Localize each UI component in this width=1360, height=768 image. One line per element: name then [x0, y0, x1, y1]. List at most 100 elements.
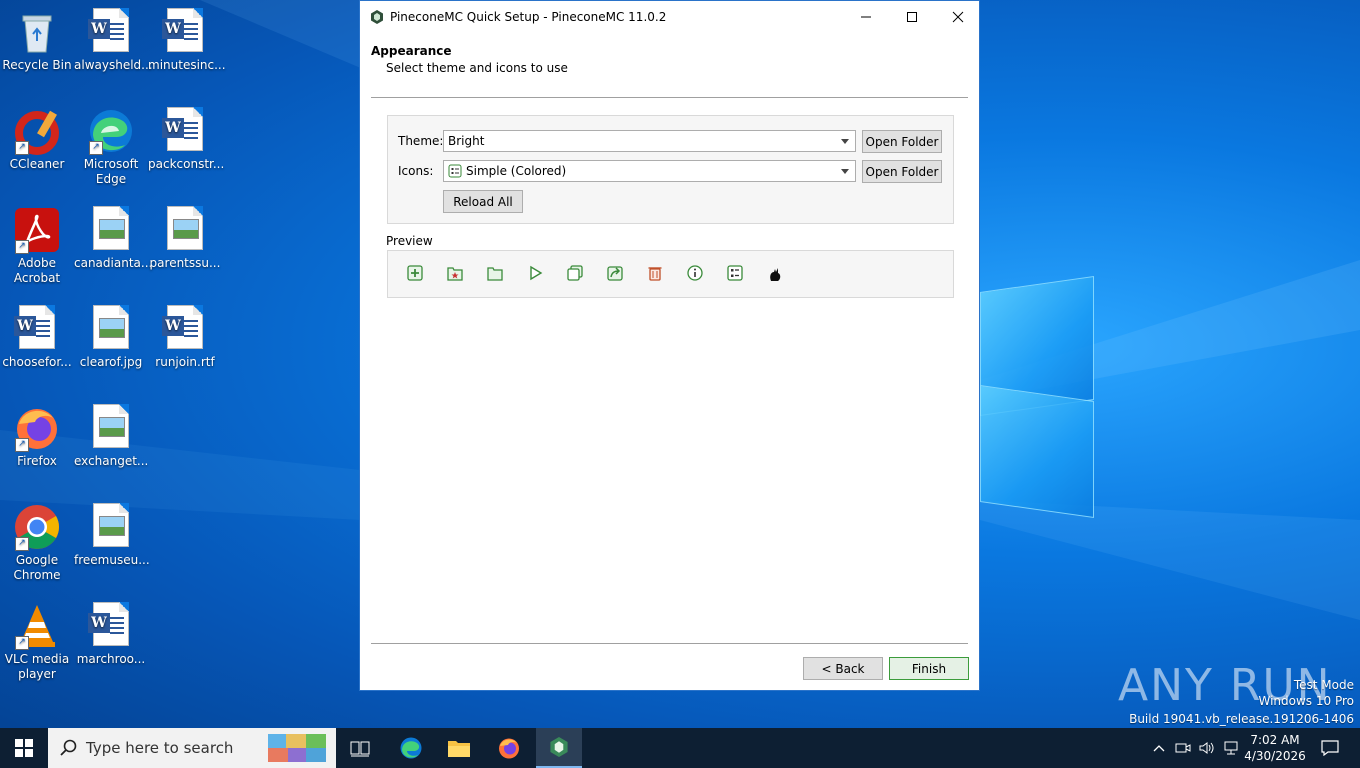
- pineconemc-app-icon: [371, 9, 383, 24]
- task-view-button[interactable]: [340, 728, 380, 768]
- setup-window: PineconeMC Quick Setup - PineconeMC 11.0…: [359, 0, 980, 691]
- about-icon: [687, 265, 703, 281]
- word-doc-icon: W: [13, 305, 61, 353]
- desktop-icon-exchanget[interactable]: exchanget...: [74, 404, 148, 469]
- desktop-icon-ccleaner[interactable]: ↗ CCleaner: [0, 107, 74, 172]
- show-hidden-icons-button[interactable]: [1148, 728, 1170, 768]
- icons-label: Icons:: [398, 164, 434, 178]
- desktop-icon-label: VLC media player: [4, 652, 70, 681]
- search-placeholder: Type here to search: [86, 739, 234, 757]
- acrobat-icon: ↗: [13, 206, 61, 254]
- desktop-icon-label: runjoin.rtf: [155, 355, 215, 369]
- image-file-icon: [87, 503, 135, 551]
- ccleaner-icon: ↗: [13, 107, 61, 155]
- cat-icon: [770, 268, 781, 281]
- desktop-icon-freemuseu[interactable]: freemuseu...: [74, 503, 150, 568]
- desktop-icon-choosefor[interactable]: W choosefor...: [0, 305, 74, 370]
- desktop-icon-label: Recycle Bin: [2, 58, 72, 72]
- close-button[interactable]: [935, 1, 981, 32]
- desktop-icon-firefox[interactable]: ↗ Firefox: [0, 404, 74, 469]
- image-file-icon: [87, 206, 135, 254]
- desktop-icon-recycle-bin[interactable]: Recycle Bin: [0, 8, 74, 73]
- search-highlight-puzzle-icon: [268, 734, 326, 762]
- maximize-icon: [907, 11, 917, 22]
- taskbar-search-box[interactable]: Type here to search: [48, 728, 336, 768]
- desktop-icon-label: CCleaner: [9, 157, 65, 171]
- window-titlebar[interactable]: PineconeMC Quick Setup - PineconeMC 11.0…: [360, 1, 979, 32]
- word-doc-icon: W: [161, 107, 209, 155]
- taskbar-pineconemc-button[interactable]: [536, 728, 582, 768]
- desktop-icon-canadianta[interactable]: canadianta...: [74, 206, 152, 271]
- tray-network-button[interactable]: [1220, 728, 1242, 768]
- theme-combo[interactable]: Bright: [443, 130, 856, 152]
- chrome-icon: ↗: [13, 503, 61, 551]
- icons-combo[interactable]: Simple (Colored): [443, 160, 856, 182]
- taskbar-file-explorer-button[interactable]: [438, 728, 480, 768]
- tray-volume-button[interactable]: [1196, 728, 1218, 768]
- desktop-icon-clearof[interactable]: clearof.jpg: [74, 305, 148, 370]
- task-view-icon: [350, 741, 370, 757]
- notification-icon: [1321, 740, 1339, 756]
- desktop-icon-label: choosefor...: [2, 355, 72, 369]
- pineconemc-app-icon: [550, 737, 568, 757]
- image-file-icon: [161, 206, 209, 254]
- taskbar-firefox-button[interactable]: [488, 728, 530, 768]
- action-center-button[interactable]: [1310, 728, 1350, 768]
- tray-meet-now-button[interactable]: [1172, 728, 1194, 768]
- minimize-icon: [861, 16, 871, 17]
- folder-icon: [487, 267, 503, 281]
- export-icon: [607, 266, 623, 281]
- finish-button[interactable]: Finish: [889, 657, 969, 680]
- file-explorer-icon: [448, 741, 470, 757]
- desktop-icon-google-chrome[interactable]: ↗ Google Chrome: [0, 503, 74, 583]
- desktop-icon-marchroo[interactable]: W marchroo...: [74, 602, 148, 667]
- desktop-icon-label: freemuseu...: [74, 553, 150, 567]
- desktop-icon-label: Adobe Acrobat: [13, 256, 61, 285]
- desktop-icon-adobe-acrobat[interactable]: ↗ Adobe Acrobat: [0, 206, 74, 286]
- desktop-icon-packconstr[interactable]: W packconstr...: [148, 107, 225, 172]
- icons-open-folder-button[interactable]: Open Folder: [862, 160, 942, 183]
- minimize-button[interactable]: [843, 1, 889, 32]
- reload-all-button[interactable]: Reload All: [443, 190, 523, 213]
- desktop-icon-minutesinc[interactable]: W minutesinc...: [148, 8, 226, 73]
- desktop-icon-label: exchanget...: [74, 454, 149, 468]
- favorite-icon: [447, 267, 463, 281]
- desktop-icon-microsoft-edge[interactable]: ↗ Microsoft Edge: [74, 107, 148, 187]
- word-doc-icon: W: [87, 8, 135, 56]
- edge-icon: ↗: [87, 107, 135, 155]
- desktop-icon-parentssu[interactable]: parentssu...: [148, 206, 222, 271]
- chevron-down-icon: [841, 169, 849, 174]
- build-text: Build 19041.vb_release.191206-1406: [1129, 712, 1354, 726]
- edge-icon: [400, 737, 422, 759]
- desktop-icon-runjoin[interactable]: W runjoin.rtf: [148, 305, 222, 370]
- settings-icon: [727, 265, 743, 281]
- desktop-icon-alwaysheld[interactable]: W alwaysheld...: [74, 8, 153, 73]
- word-doc-icon: W: [161, 8, 209, 56]
- page-title: Appearance: [371, 44, 452, 58]
- tray-clock[interactable]: 7:02 AM 4/30/2026: [1244, 728, 1306, 768]
- start-button[interactable]: [0, 728, 48, 768]
- theme-open-folder-button[interactable]: Open Folder: [862, 130, 942, 153]
- search-icon: [60, 739, 77, 756]
- word-doc-icon: W: [161, 305, 209, 353]
- taskbar-edge-button[interactable]: [390, 728, 432, 768]
- header-separator: [371, 97, 968, 98]
- clock-time: 7:02 AM: [1250, 733, 1300, 747]
- desktop-icon-vlc[interactable]: ↗ VLC media player: [0, 602, 74, 682]
- image-file-icon: [87, 305, 135, 353]
- camera-icon: [1175, 743, 1191, 753]
- settings-list-icon: [448, 164, 462, 178]
- back-button[interactable]: < Back: [803, 657, 883, 680]
- vlc-icon: ↗: [13, 602, 61, 650]
- firefox-icon: ↗: [13, 404, 61, 452]
- desktop-icon-label: Microsoft Edge: [83, 157, 139, 186]
- icons-value: Simple (Colored): [466, 164, 567, 178]
- image-file-icon: [87, 404, 135, 452]
- desktop-icon-label: clearof.jpg: [79, 355, 143, 369]
- desktop-icon-label: marchroo...: [76, 652, 146, 666]
- desktop-icon-label: packconstr...: [148, 157, 225, 171]
- theme-value: Bright: [448, 134, 485, 148]
- maximize-button[interactable]: [889, 1, 935, 32]
- preview-label: Preview: [386, 234, 433, 248]
- delete-icon: [648, 267, 662, 281]
